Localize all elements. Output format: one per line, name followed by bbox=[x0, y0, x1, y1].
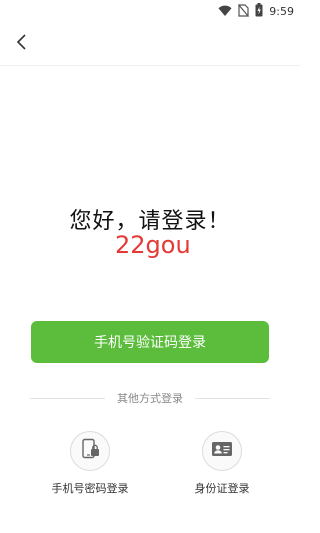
no-sim-icon bbox=[238, 2, 250, 21]
login-screen: 9:59 您好，请登录！ 22gou 手机号验证码登录 其他方式登录 手机号密码… bbox=[0, 0, 300, 533]
phone-lock-icon bbox=[79, 438, 101, 464]
status-icons: 9:59 bbox=[218, 2, 294, 21]
sms-code-login-button[interactable]: 手机号验证码登录 bbox=[31, 321, 269, 363]
status-bar: 9:59 bbox=[0, 0, 300, 22]
id-card-login-option[interactable]: 身份证登录 bbox=[172, 431, 272, 496]
other-login-divider: 其他方式登录 bbox=[30, 390, 270, 406]
password-login-icon-circle[interactable] bbox=[70, 431, 110, 471]
divider-line-right bbox=[195, 397, 270, 399]
id-card-login-icon-circle[interactable] bbox=[202, 431, 242, 471]
back-button[interactable] bbox=[10, 32, 34, 56]
id-card-icon bbox=[211, 440, 233, 462]
status-time: 9:59 bbox=[269, 4, 294, 18]
chevron-left-icon bbox=[16, 34, 28, 54]
top-bar bbox=[0, 22, 300, 66]
wifi-icon bbox=[218, 2, 232, 21]
brand-logo-text: 22gou bbox=[115, 231, 191, 259]
id-card-login-label: 身份证登录 bbox=[194, 482, 250, 495]
divider-line-left bbox=[30, 397, 105, 399]
battery-icon bbox=[255, 2, 263, 21]
password-login-label: 手机号密码登录 bbox=[51, 482, 129, 495]
password-login-option[interactable]: 手机号密码登录 bbox=[40, 431, 140, 496]
divider-text: 其他方式登录 bbox=[117, 392, 183, 405]
